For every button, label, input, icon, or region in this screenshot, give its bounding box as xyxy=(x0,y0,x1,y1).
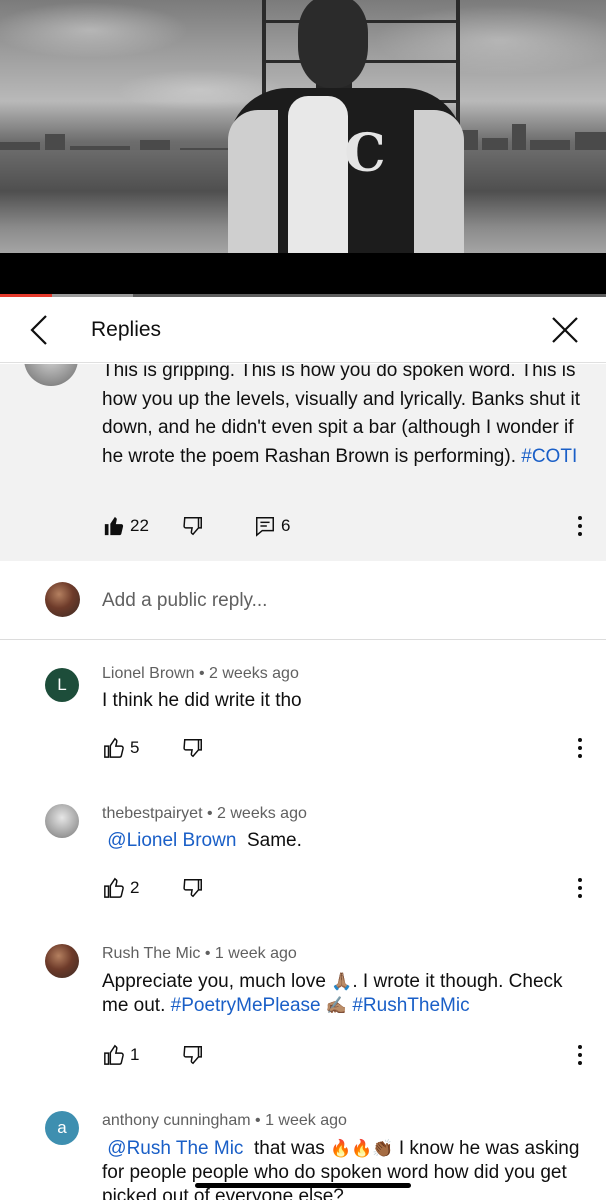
replies-header: Replies xyxy=(0,297,606,363)
reply-meta: Lionel Brown • 2 weeks ago xyxy=(102,664,299,684)
hashtag-link[interactable]: #PoetryMePlease xyxy=(171,995,321,1016)
thumb-up-icon[interactable] xyxy=(103,877,125,899)
chevron-left-icon[interactable] xyxy=(26,314,54,346)
reply-body: Appreciate you, much love xyxy=(102,971,326,992)
separator: • xyxy=(206,805,213,822)
like-count: 5 xyxy=(130,738,140,757)
reply-text: Appreciate you, much love 🙏🏽. I wrote it… xyxy=(102,970,592,1018)
thumb-down-icon[interactable] xyxy=(182,877,204,899)
avatar[interactable] xyxy=(24,364,78,386)
close-icon[interactable] xyxy=(550,315,580,345)
hashtag-link[interactable]: #RushTheMic xyxy=(352,995,469,1016)
reply-text: @Rush The Mic that was 🔥🔥👏🏾 I know he wa… xyxy=(102,1137,592,1200)
hashtag-link[interactable]: #COTI xyxy=(521,446,577,467)
emoji: 🙏🏽 xyxy=(331,972,353,992)
separator: • xyxy=(204,945,211,962)
reply-actions: 2 xyxy=(0,877,606,907)
thumb-up-filled-icon[interactable] xyxy=(103,515,125,537)
reply-item: L Lionel Brown • 2 weeks ago I think he … xyxy=(0,641,606,781)
reply-text: @Lionel Brown Same. xyxy=(102,829,590,853)
reply-text: I think he did write it tho xyxy=(102,690,302,711)
emoji: ✍🏽 xyxy=(325,996,348,1016)
separator: • xyxy=(255,1112,261,1129)
author-name[interactable]: Lionel Brown xyxy=(102,665,195,682)
timestamp: 2 weeks ago xyxy=(209,665,299,682)
comment-text: This is gripping. This is how you do spo… xyxy=(102,364,586,471)
video-performer: C xyxy=(228,0,464,253)
author-name[interactable]: Rush The Mic xyxy=(102,945,200,962)
reply-meta: anthony cunningham • 1 week ago xyxy=(102,1111,347,1131)
reply-body: that was xyxy=(254,1138,325,1159)
avatar[interactable] xyxy=(45,582,80,617)
author-name[interactable]: thebestpairyet xyxy=(102,805,203,822)
more-vert-icon[interactable] xyxy=(576,515,584,537)
avatar[interactable]: L xyxy=(45,668,79,702)
thumb-down-icon[interactable] xyxy=(182,515,204,537)
mention-link[interactable]: @Lionel Brown xyxy=(107,830,236,851)
video-player[interactable]: C xyxy=(0,0,606,253)
like-count: 1 xyxy=(130,1045,140,1064)
reply-actions: 1 xyxy=(0,1044,606,1074)
like-count: 22 xyxy=(130,516,149,535)
thumb-down-icon[interactable] xyxy=(182,737,204,759)
separator: • xyxy=(198,665,205,682)
page-title: Replies xyxy=(91,318,162,341)
thumb-up-icon[interactable] xyxy=(103,737,125,759)
timestamp: 2 weeks ago xyxy=(217,805,307,822)
thumb-up-icon[interactable] xyxy=(103,1044,125,1066)
author-name[interactable]: anthony cunningham xyxy=(102,1112,251,1129)
timestamp: 1 week ago xyxy=(265,1112,347,1129)
timestamp: 1 week ago xyxy=(214,945,297,962)
reply-count: 6 xyxy=(281,516,291,535)
avatar[interactable] xyxy=(45,944,79,978)
jacket-letter: C xyxy=(344,123,386,184)
reply-item: thebestpairyet • 2 weeks ago @Lionel Bro… xyxy=(0,781,606,921)
reply-item: Rush The Mic • 1 week ago Appreciate you… xyxy=(0,921,606,1101)
scribble-underline xyxy=(195,1183,411,1188)
reply-input[interactable] xyxy=(102,587,562,615)
more-vert-icon[interactable] xyxy=(576,737,584,759)
add-reply-bar xyxy=(0,561,606,640)
avatar[interactable] xyxy=(45,804,79,838)
mention-link[interactable]: @Rush The Mic xyxy=(107,1138,243,1159)
comment-body: This is gripping. This is how you do spo… xyxy=(102,364,581,467)
like-count: 2 xyxy=(130,878,140,897)
thumb-down-icon[interactable] xyxy=(182,1044,204,1066)
reply-actions: 5 xyxy=(0,737,606,767)
more-vert-icon[interactable] xyxy=(576,877,584,899)
video-letterbox xyxy=(0,253,606,295)
avatar[interactable]: a xyxy=(45,1111,79,1145)
reply-icon[interactable] xyxy=(254,515,276,537)
reply-body: Same. xyxy=(246,830,302,851)
more-vert-icon[interactable] xyxy=(576,1044,584,1066)
reply-meta: Rush The Mic • 1 week ago xyxy=(102,944,297,964)
emoji: 🔥🔥👏🏾 xyxy=(330,1139,394,1159)
parent-comment: This is gripping. This is how you do spo… xyxy=(0,364,606,561)
comment-actions: 22 6 xyxy=(0,515,606,545)
reply-meta: thebestpairyet • 2 weeks ago xyxy=(102,804,307,824)
